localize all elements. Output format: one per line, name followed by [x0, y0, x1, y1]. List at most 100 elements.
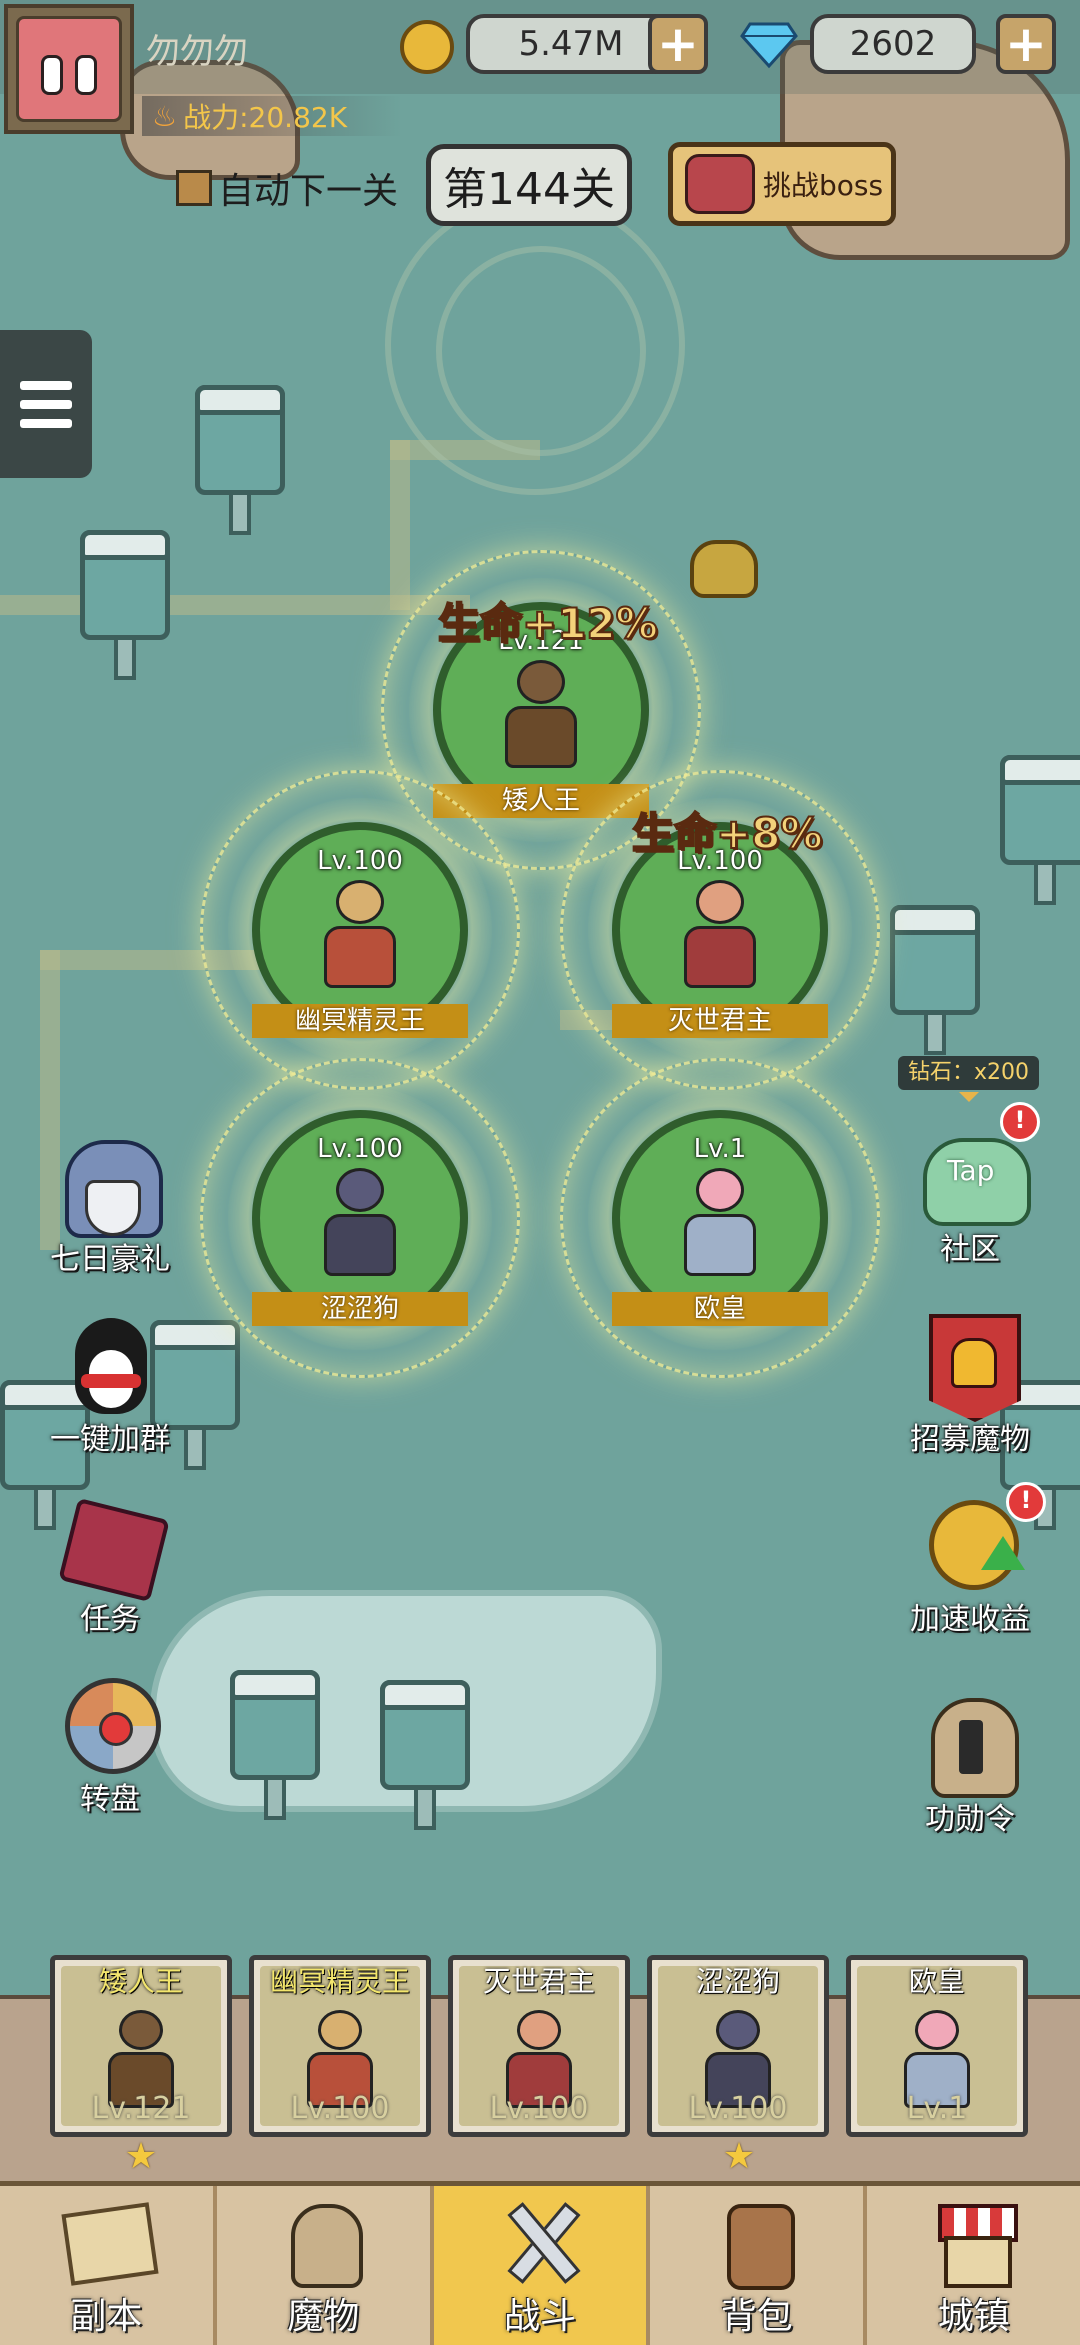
side-label: 一键加群 [50, 1422, 170, 1457]
recruit-monster-button[interactable]: 招募魔物 [900, 1310, 1040, 1458]
hamburger-menu-button[interactable] [0, 330, 92, 478]
join-group-button[interactable]: 一键加群 [40, 1310, 180, 1458]
diamond-icon [740, 20, 798, 70]
side-label: 社区 [940, 1232, 1000, 1267]
side-label: 加速收益 [910, 1602, 1030, 1637]
hp-bonus-label: 生命+8% [631, 808, 823, 859]
card-name: 灭世君主 [482, 1965, 595, 1998]
spin-wheel-icon [55, 1670, 165, 1780]
quest-button[interactable]: 任务 [40, 1490, 180, 1638]
combat-power: ♨ 战力:20.82K [142, 96, 402, 136]
crossed-swords-icon [490, 2198, 590, 2284]
lineup-card[interactable]: 幽冥精灵王 Lv.100 [249, 1955, 431, 2137]
card-name: 矮人王 [98, 1965, 183, 1998]
auto-next-toggle[interactable]: 自动下一关 [176, 162, 398, 214]
diamond-reward-tip: 钻石：x200 [898, 1056, 1040, 1102]
challenge-boss-button[interactable]: 挑战boss [668, 142, 896, 226]
tab-label: 魔物 [287, 2296, 360, 2337]
diamond-amount: 2602 [810, 14, 976, 74]
slot-name: 幽冥精灵王 [252, 1004, 468, 1038]
side-label: 任务 [80, 1602, 140, 1637]
card-level: Lv.100 [489, 2091, 589, 2126]
checkbox[interactable] [176, 170, 212, 206]
lucky-emperor-sprite [676, 1168, 764, 1278]
formation-slot[interactable]: Lv.100 幽冥精灵王 [200, 770, 520, 1090]
tree [1000, 755, 1080, 905]
tab-label: 背包 [720, 2296, 793, 2337]
penguin-icon [55, 1310, 165, 1420]
merit-helmet-icon [915, 1690, 1025, 1800]
notification-badge: ! [1006, 1482, 1046, 1522]
star-icon: ★ [124, 2136, 158, 2177]
knight-helmet-icon [55, 1130, 165, 1240]
tab-monsters[interactable]: 魔物 [217, 2186, 434, 2345]
community-button[interactable]: Tap 社区 ! [900, 1102, 1040, 1268]
player-avatar[interactable] [4, 4, 134, 134]
shop-icon [924, 2198, 1024, 2288]
overlord-sprite [676, 880, 764, 990]
map-icon [56, 2198, 159, 2286]
card-level: Lv.121 [91, 2091, 191, 2126]
tree [80, 530, 170, 680]
challenge-boss-label: 挑战boss [763, 169, 884, 202]
monster-helmet-icon [273, 2198, 373, 2288]
card-level: Lv.100 [290, 2091, 390, 2126]
boss-demon-icon [685, 154, 755, 214]
side-label: 功勋令 [925, 1802, 1015, 1837]
tab-town[interactable]: 城镇 [867, 2186, 1080, 2345]
tree [230, 1670, 320, 1820]
recruit-banner-icon [915, 1310, 1025, 1422]
tree [380, 1680, 470, 1830]
tab-label: 副本 [70, 2296, 143, 2337]
combat-power-text: 战力:20.82K [183, 101, 348, 134]
avatar-face-icon [16, 16, 122, 122]
card-level: Lv.1 [906, 2091, 968, 2126]
merit-order-button[interactable]: 功勋令 [900, 1690, 1040, 1838]
formation-slot[interactable]: Lv.1 欧皇 [560, 1058, 880, 1378]
lineup-card[interactable]: 欧皇 Lv.1 [846, 1955, 1028, 2137]
seven-day-gift-button[interactable]: 七日豪礼 [40, 1130, 180, 1278]
tab-battle[interactable]: 战斗 [433, 2186, 651, 2345]
tab-backpack[interactable]: 背包 [650, 2186, 868, 2345]
player-name: 勿勿勿 [146, 32, 248, 72]
formation-slot[interactable]: Lv.100 涩涩狗 [200, 1058, 520, 1378]
add-gold-button[interactable]: + [648, 14, 708, 74]
tree [890, 905, 980, 1055]
side-label: 转盘 [80, 1782, 140, 1817]
slot-level: Lv.100 [317, 846, 403, 876]
notification-badge: ! [1000, 1102, 1040, 1142]
side-label: 招募魔物 [910, 1422, 1030, 1457]
gold-amount: 5.47M [466, 14, 676, 74]
add-diamond-button[interactable]: + [996, 14, 1056, 74]
lineup-card[interactable]: 灭世君主 Lv.100 [448, 1955, 630, 2137]
speed-up-income-button[interactable]: 加速收益 ! [900, 1482, 1046, 1638]
stage-number: 第144关 [426, 144, 632, 226]
star-icon: ★ [722, 2136, 756, 2177]
side-label: 七日豪礼 [50, 1242, 170, 1277]
spin-wheel-button[interactable]: 转盘 [40, 1670, 180, 1818]
lineup-card[interactable]: 矮人王 Lv.121 [50, 1955, 232, 2137]
slot-name: 欧皇 [612, 1292, 828, 1326]
slot-level: Lv.1 [693, 1134, 747, 1164]
gold-coin-icon [400, 20, 454, 74]
lineup-card[interactable]: 涩涩狗 Lv.100 [647, 1955, 829, 2137]
elf-king-sprite [316, 880, 404, 990]
crossed-swords-emblem-icon [385, 195, 685, 495]
hp-bonus-label: 生命+12% [437, 598, 659, 649]
werewolf-sprite [316, 1168, 404, 1278]
avatar-eye [75, 55, 97, 95]
flame-icon: ♨ [152, 99, 178, 133]
tab-dungeon[interactable]: 副本 [0, 2186, 217, 2345]
slot-name: 涩涩狗 [252, 1292, 468, 1326]
card-name: 欧皇 [908, 1965, 965, 1998]
card-level: Lv.100 [688, 2091, 788, 2126]
auto-next-label: 自动下一关 [218, 171, 399, 212]
avatar-eye [41, 55, 63, 95]
backpack-icon [707, 2198, 807, 2290]
tab-label: 城镇 [937, 2296, 1010, 2337]
bottom-nav: 副本 魔物 战斗 背包 城镇 [0, 2181, 1080, 2345]
quest-book-icon [55, 1490, 170, 1603]
slot-name: 灭世君主 [612, 1004, 828, 1038]
card-name: 幽冥精灵王 [269, 1965, 410, 1998]
skull-marker-icon [690, 540, 758, 598]
